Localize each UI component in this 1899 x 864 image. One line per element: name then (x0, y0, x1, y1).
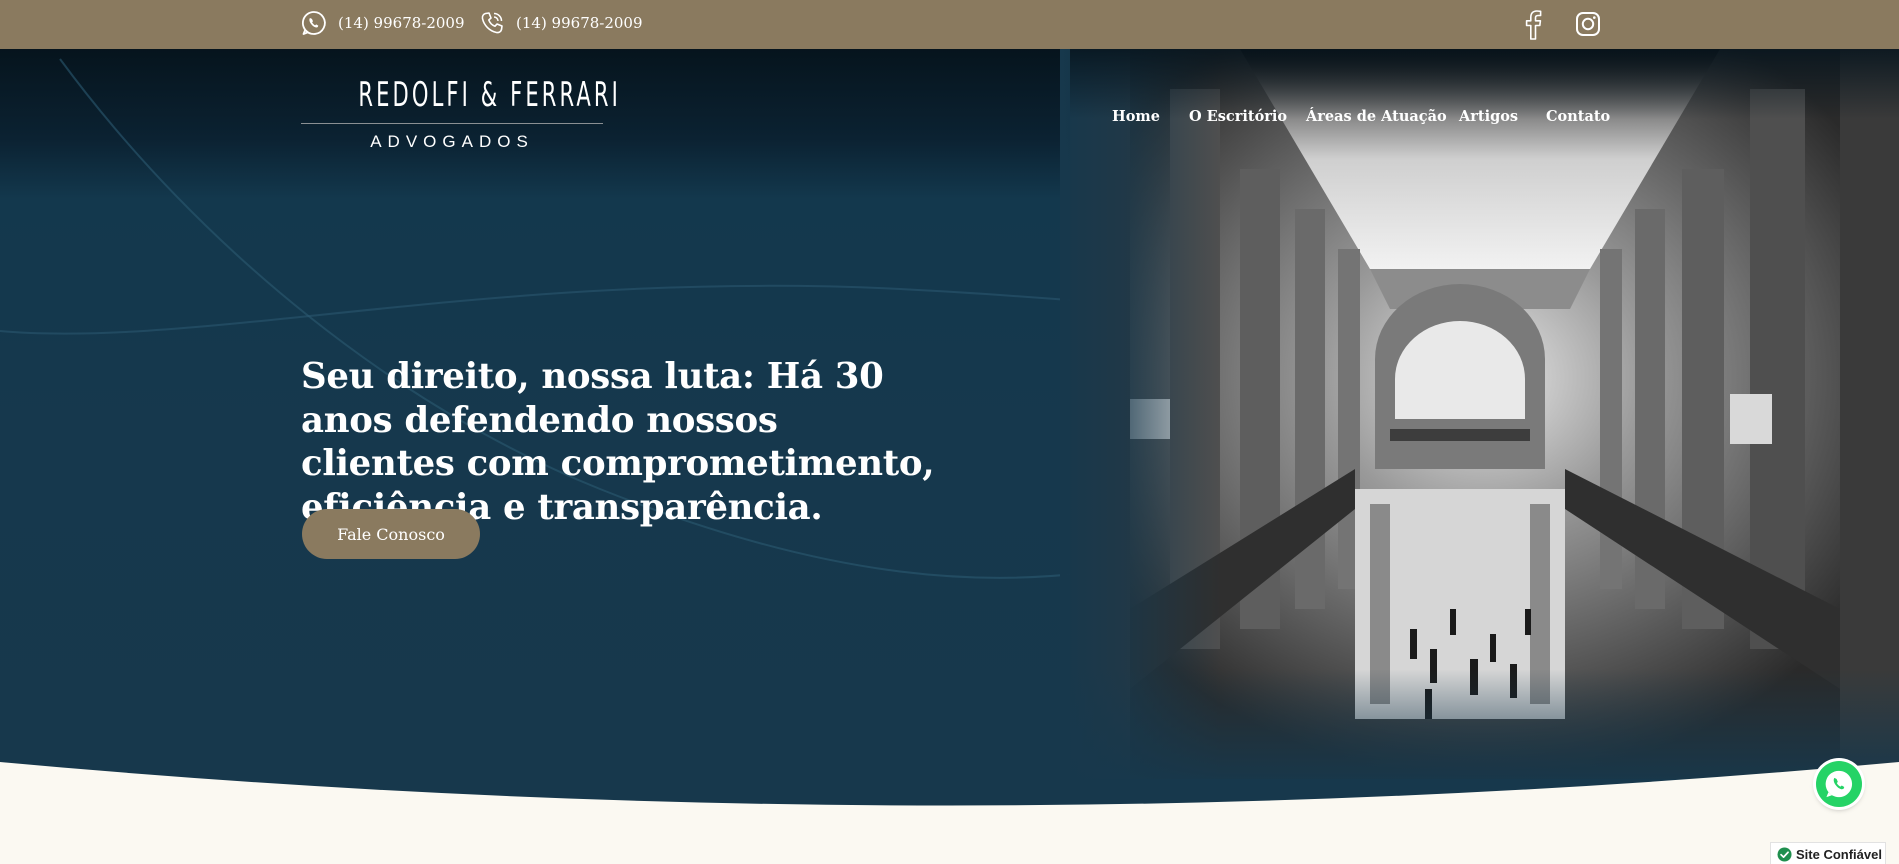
logo-divider (301, 123, 603, 124)
phone-icon (481, 12, 503, 34)
nav-home[interactable]: Home (1112, 108, 1160, 125)
whatsapp-float-button[interactable] (1816, 761, 1862, 807)
site-logo[interactable]: REDOLFI & FERRARI ADVOGADOS (301, 75, 621, 155)
badge-label: Site Confiável (1796, 846, 1882, 862)
check-icon (1777, 846, 1792, 862)
bottom-wave (0, 762, 1899, 864)
logo-subtitle: ADVOGADOS (370, 132, 534, 151)
facebook-icon[interactable] (1518, 8, 1548, 40)
top-bar: (14) 99678-2009 (14) 99678-2009 (0, 0, 1899, 49)
contact-cta-button[interactable]: Fale Conosco (302, 509, 480, 559)
nav-contato[interactable]: Contato (1546, 108, 1610, 125)
nav-artigos[interactable]: Artigos (1459, 108, 1518, 125)
trusted-site-badge[interactable]: Site Confiável (1770, 842, 1886, 864)
nav-areas-atuacao[interactable]: Áreas de Atuação (1306, 108, 1447, 125)
instagram-icon[interactable] (1573, 8, 1603, 40)
whatsapp-number: (14) 99678-2009 (338, 14, 465, 32)
logo-title: REDOLFI & FERRARI (358, 75, 621, 115)
hero-headline: Seu direito, nossa luta: Há 30 anos defe… (301, 356, 935, 528)
whatsapp-icon (1825, 770, 1853, 798)
nav-escritorio[interactable]: O Escritório (1189, 108, 1287, 125)
phone-number: (14) 99678-2009 (516, 14, 643, 32)
whatsapp-contact[interactable]: (14) 99678-2009 (300, 9, 465, 37)
whatsapp-icon (301, 11, 326, 35)
phone-contact[interactable]: (14) 99678-2009 (478, 9, 643, 37)
hero-section: Seu direito, nossa luta: Há 30 anos defe… (0, 49, 1899, 864)
